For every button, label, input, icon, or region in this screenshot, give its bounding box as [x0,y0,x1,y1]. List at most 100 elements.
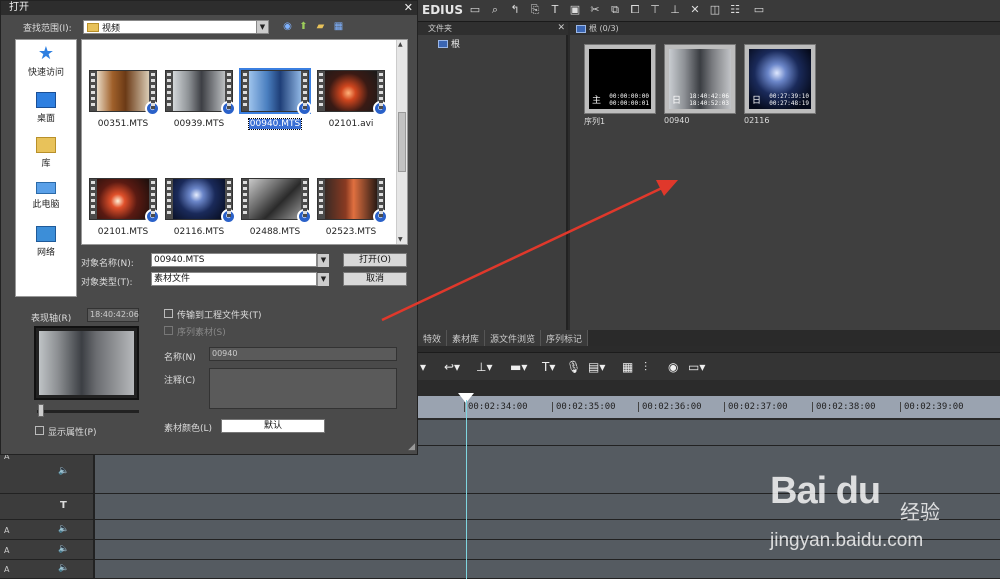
place-network[interactable]: 网络 [16,226,76,258]
sequence-label: 序列素材(S) [177,328,226,338]
title-track-icon[interactable]: T▾ [542,360,555,374]
undo-icon[interactable]: ▾ [420,360,426,374]
transfer-checkbox[interactable] [164,309,173,318]
insert-icon[interactable]: ⊥ [668,3,682,17]
color-bar-icon[interactable]: ▤▾ [588,360,605,374]
file-item[interactable]: ⊛ 00351.MTS [84,70,162,129]
search-icon[interactable]: ⌕ [488,3,502,17]
computer-icon [36,182,56,194]
chevron-down-icon[interactable]: ▼ [256,21,268,33]
add-to-timeline-icon[interactable]: ⊤ [648,3,662,17]
tab-sequence-markers[interactable]: 序列标记 [541,330,589,346]
link-icon[interactable]: ⊥▾ [476,360,492,374]
filename-input[interactable]: 00940.MTS [151,253,317,267]
title-icon[interactable]: T [548,3,562,17]
back-icon[interactable]: ◉ [281,21,294,33]
resize-grip-icon[interactable]: ◢ [408,442,415,452]
file-name: 02101.MTS [97,227,149,237]
place-quick-access[interactable]: ★ 快速访问 [16,45,76,79]
cut-icon[interactable]: ✂ [588,3,602,17]
lookin-dropdown[interactable]: 视频 ▼ [83,20,269,34]
clip-type-mark: 主 [592,96,602,106]
place-label: 桌面 [36,114,55,124]
tab-effects[interactable]: 特效 [418,330,448,346]
video-thumbnail: ⊛ [317,178,388,224]
cancel-button[interactable]: 取消 [343,272,407,286]
monitor-icon[interactable]: ▣ [568,3,582,17]
speaker-icon[interactable]: 🔈 [58,563,69,573]
clip-timecode: 18:40:42:06 18:40:52:03 [689,93,729,107]
speaker-icon[interactable]: 🔈 [58,544,69,554]
tab-library[interactable]: 素材库 [447,330,486,346]
preview-slider-thumb[interactable] [38,404,44,417]
video-thumbnail: ⊛ [165,70,236,116]
copy-icon[interactable]: ⧉ [608,3,622,17]
up-folder-icon[interactable]: ⬆ [297,21,310,33]
speaker-icon[interactable]: 🔈 [58,524,69,534]
folder-icon [87,22,99,32]
video-thumbnail: ⊛ [89,178,160,224]
file-item[interactable]: ⊛ 02101.avi [312,70,390,129]
up-folder-icon[interactable]: ↰ [508,3,522,17]
scroll-up-icon[interactable]: ▲ [398,41,403,48]
close-icon[interactable]: ✕ [404,1,413,15]
microphone-icon[interactable]: 🎙 [566,360,581,374]
timeline-ruler[interactable]: 00 00:02:34:00 00:02:35:00 00:02:36:00 0… [407,396,1000,418]
close-icon[interactable]: ✕ [557,22,565,35]
tab-source-browser[interactable]: 源文件浏览 [485,330,542,346]
scroll-down-icon[interactable]: ▼ [398,236,403,243]
view-menu-icon[interactable]: ▦ [332,21,345,33]
file-item-selected[interactable]: ⊛ 00940.MTS [236,68,314,130]
clip-name: 00940 [664,116,690,125]
file-name: 02523.MTS [325,227,377,237]
new-folder-icon[interactable]: ▰ [314,21,327,33]
record-icon[interactable]: ◉ [668,360,678,374]
filetype-select[interactable]: 素材文件 [151,272,317,286]
clip-name-input[interactable]: 00940 [209,347,397,361]
place-this-pc[interactable]: 此电脑 [16,182,76,210]
paste-icon[interactable]: ⧠ [628,3,642,17]
timeline-menu-icon[interactable]: ▭▾ [688,360,705,374]
preview-slider-track[interactable] [37,410,139,413]
import-icon[interactable]: ⎘ [528,3,542,17]
mixer-icon[interactable]: ⫶ [644,360,647,375]
ripple-icon[interactable]: ▬▾ [510,360,527,374]
bin-menu-icon[interactable]: ▭ [752,3,766,17]
properties-icon[interactable]: ◫ [708,3,722,17]
chevron-down-icon[interactable]: ▼ [317,254,329,267]
video-badge-icon: ⊛ [373,209,388,224]
place-label: 此电脑 [32,200,60,210]
clip-color-button[interactable]: 默认 [221,419,325,433]
open-button[interactable]: 打开(O) [343,253,407,267]
file-item[interactable]: ⊛ 02116.MTS [160,178,238,237]
clip-name: 02116 [744,116,770,125]
video-badge-icon: ⊛ [145,209,160,224]
scroll-thumb[interactable] [398,112,406,172]
desktop-icon [36,92,56,108]
file-item[interactable]: ⊛ 00939.MTS [160,70,238,129]
bin-clip-02116[interactable]: 日 00:27:39:10 00:27:48:19 02116 [744,44,816,125]
table-icon[interactable]: ▦ [622,360,633,374]
show-properties-checkbox[interactable] [35,426,44,435]
new-bin-icon[interactable]: ▭ [468,3,482,17]
redo-icon[interactable]: ↩▾ [444,360,460,374]
chevron-down-icon[interactable]: ▼ [317,273,329,286]
folder-root-item[interactable]: 根 [438,37,460,50]
comment-textarea[interactable] [209,368,397,409]
delete-icon[interactable]: ✕ [688,3,702,17]
bin-clip-00940[interactable]: 日 18:40:42:06 18:40:52:03 00940 [664,44,736,125]
place-libraries[interactable]: 库 [16,137,76,169]
clip-timecode: 00:27:39:10 00:27:48:19 [769,93,809,107]
clip-type-mark: 日 [672,96,682,106]
speaker-icon[interactable]: 🔈 [58,466,69,476]
file-item[interactable]: ⊛ 02101.MTS [84,178,162,237]
file-item[interactable]: ⊛ 02523.MTS [312,178,390,237]
bin-clip-sequence[interactable]: 主 00:00:00:00 00:00:00:01 序列1 [584,44,656,127]
timecode-label: 表现轴(R) [31,314,72,324]
file-list-scrollbar[interactable]: ▲ ▼ [396,40,407,244]
view-mode-icon[interactable]: ☷ [728,3,742,17]
file-name: 02488.MTS [249,227,301,237]
place-desktop[interactable]: 桌面 [16,92,76,124]
file-item[interactable]: ⊛ 02488.MTS [236,178,314,237]
timecode-field: 18:40:42:06 [87,308,139,322]
